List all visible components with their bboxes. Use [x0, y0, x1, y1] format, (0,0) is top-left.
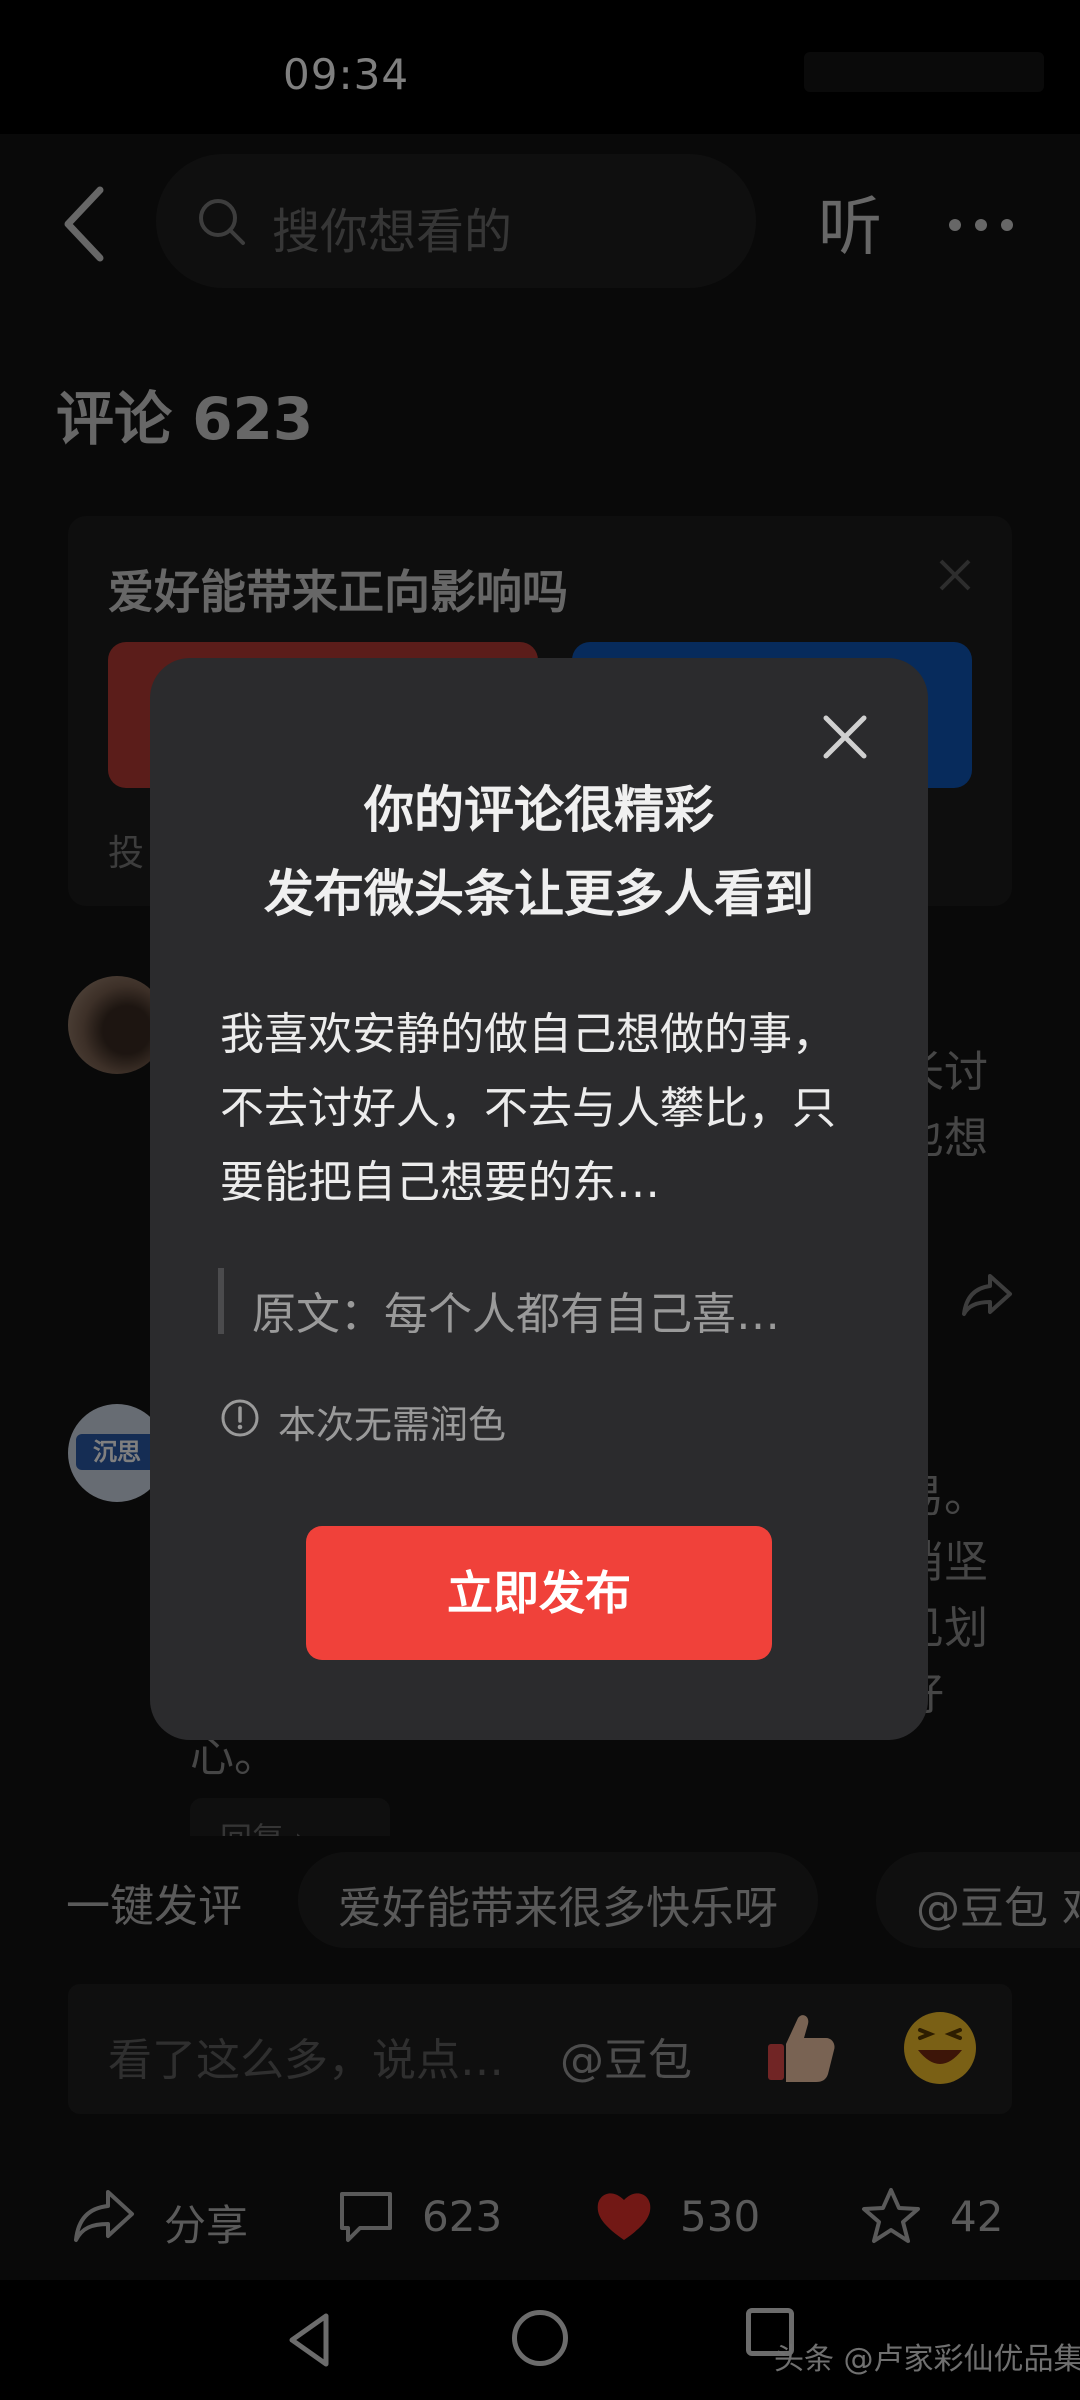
publish-now-label: 立即发布	[447, 1566, 631, 1620]
publish-dialog: 你的评论很精彩 发布微头条让更多人看到 我喜欢安静的做自己想做的事，不去讨好人，…	[150, 658, 928, 1740]
info-icon	[221, 1399, 259, 1437]
comment-preview: 我喜欢安静的做自己想做的事，不去讨好人，不去与人攀比，只要能把自己想要的东…	[220, 1009, 836, 1208]
dialog-title: 你的评论很精彩	[364, 781, 714, 839]
original-quote: 原文：每个人都有自己喜…	[218, 1268, 818, 1340]
dialog-subtitle: 发布微头条让更多人看到	[264, 865, 814, 923]
close-icon[interactable]	[822, 714, 868, 760]
publish-now-button[interactable]: 立即发布	[306, 1526, 772, 1660]
quote-text: 原文：每个人都有自己喜…	[252, 1289, 780, 1340]
polish-note: 本次无需润色	[278, 1403, 507, 1447]
